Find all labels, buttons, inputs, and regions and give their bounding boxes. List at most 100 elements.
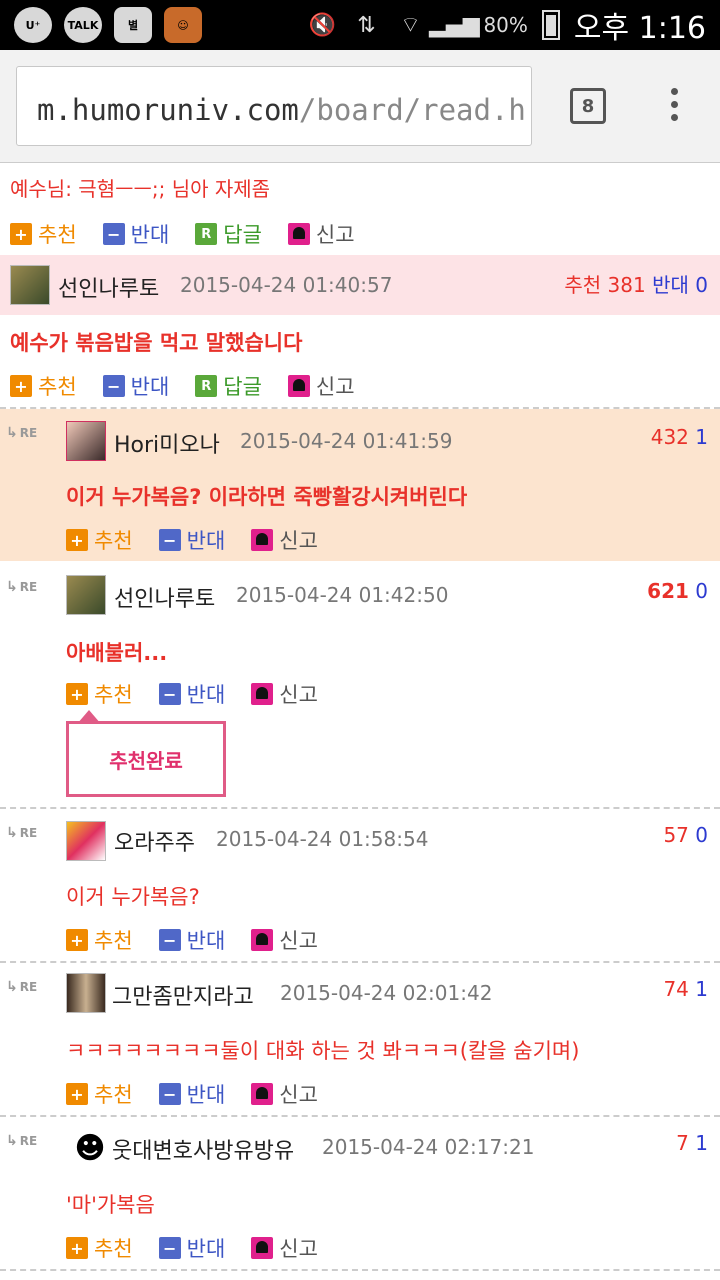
oppose-button[interactable]: − 반대 <box>102 219 169 249</box>
reply-block: RE 오라주주 2015-04-24 01:58:54 57 0 이거 누가복음… <box>0 809 720 961</box>
reply-icon: R <box>195 223 218 245</box>
comment-text: '마'가복음 <box>66 1193 155 1217</box>
report-button[interactable]: 신고 <box>287 371 355 401</box>
reply-marker: RE <box>6 579 37 595</box>
comment-actions: + 추천 − 반대 신고 <box>66 1233 344 1263</box>
reply-button[interactable]: R 답글 <box>195 219 262 249</box>
tab-switcher-button[interactable]: 8 <box>570 88 606 124</box>
comment-text: 아배불러... <box>66 641 168 665</box>
oppose-button[interactable]: − 반대 <box>158 525 225 555</box>
vote-counts: 57 0 <box>663 823 708 847</box>
comment-actions: + 추천 − 반대 신고 <box>66 525 344 555</box>
username[interactable]: 오라주주 <box>114 825 195 857</box>
siren-icon <box>251 1083 274 1105</box>
minus-icon: − <box>102 375 125 397</box>
reply-marker: RE <box>6 979 37 995</box>
comment-text: ㅋㅋㅋㅋㅋㅋㅋㅋ둘이 대화 하는 것 봐ㅋㅋㅋ(칼을 숨기며) <box>66 1039 580 1063</box>
timestamp: 2015-04-24 01:40:57 <box>180 273 393 297</box>
comment-actions: + 추천 − 반대 R 답글 신고 <box>10 371 381 401</box>
status-bar: U⁺ TALK 별 ☺ 🔇 ⇅ ⌔ ▂▄▆ 80% 오후 1:16 <box>0 0 720 50</box>
username[interactable]: 선인나루토 <box>114 581 215 613</box>
avatar <box>66 821 106 861</box>
url-host: m.humoruniv.com <box>37 93 299 127</box>
plus-icon: + <box>66 529 88 551</box>
recommend-complete-popup: 추천완료 <box>66 710 226 797</box>
username[interactable]: 그만좀만지라고 <box>112 979 254 1011</box>
url-path: /board/read.h <box>298 93 526 127</box>
overflow-menu-icon[interactable] <box>667 88 681 121</box>
report-button[interactable]: 신고 <box>251 1079 318 1109</box>
reply-block: RE 그만좀만지라고 2015-04-24 02:01:42 74 1 ㅋㅋㅋㅋ… <box>0 963 720 1115</box>
avatar <box>66 973 106 1013</box>
browser-toolbar: m.humoruniv.com/board/read.h 8 <box>0 50 720 163</box>
vote-counts: 7 1 <box>676 1131 708 1155</box>
battery-icon <box>541 10 560 40</box>
vote-counts: 74 1 <box>663 977 708 1001</box>
signal-icon: ▂▄▆ <box>429 12 480 38</box>
avatar <box>66 575 106 615</box>
recommend-button[interactable]: + 추천 <box>10 371 77 401</box>
vote-counts: 432 1 <box>650 425 708 449</box>
report-button[interactable]: 신고 <box>287 219 355 249</box>
data-icon: ⇅ <box>357 12 376 38</box>
plus-icon: + <box>66 1083 88 1105</box>
recommend-button[interactable]: + 추천 <box>10 219 77 249</box>
username[interactable]: 선인나루토 <box>58 271 159 303</box>
report-button[interactable]: 신고 <box>251 1233 318 1263</box>
reply-marker: RE <box>6 1133 37 1149</box>
oppose-button[interactable]: − 반대 <box>102 371 169 401</box>
vote-counts: 621 0 <box>647 579 708 603</box>
avatar <box>66 421 106 461</box>
timestamp: 2015-04-24 01:42:50 <box>236 583 449 607</box>
minus-icon: − <box>158 1237 181 1259</box>
minus-icon: − <box>102 223 125 245</box>
battery-percent: 80% <box>483 13 528 37</box>
plus-icon: + <box>66 1237 88 1259</box>
oppose-button[interactable]: − 반대 <box>158 1079 225 1109</box>
reply-icon: R <box>195 375 218 397</box>
comment-text: 이거 누가복음? <box>66 885 200 909</box>
siren-icon <box>251 529 274 551</box>
kakaotalk-icon: TALK <box>64 7 102 43</box>
oppose-button[interactable]: − 반대 <box>158 1233 225 1263</box>
siren-icon <box>287 375 310 397</box>
recommend-button[interactable]: + 추천 <box>66 1079 133 1109</box>
comment-actions: + 추천 − 반대 신고 <box>66 1079 344 1109</box>
reply-block: RE ☻ 웃대변호사방유방유 2015-04-24 02:17:21 7 1 '… <box>0 1117 720 1269</box>
reply-marker: RE <box>6 425 37 441</box>
comment-actions: + 추천 − 반대 R 답글 신고 <box>10 219 381 249</box>
comment-actions: + 추천 − 반대 신고 <box>66 679 344 709</box>
mute-icon: 🔇 <box>308 12 337 38</box>
recommend-button[interactable]: + 추천 <box>66 525 133 555</box>
minus-icon: − <box>158 529 181 551</box>
avatar: ☻ <box>70 1129 110 1169</box>
username[interactable]: 웃대변호사방유방유 <box>112 1133 294 1165</box>
report-button[interactable]: 신고 <box>251 525 318 555</box>
report-button[interactable]: 신고 <box>251 925 318 955</box>
timestamp: 2015-04-24 02:01:42 <box>280 981 493 1005</box>
recommend-button[interactable]: + 추천 <box>66 925 133 955</box>
star-app-icon: 별 <box>114 7 152 43</box>
username[interactable]: Hori미오나 <box>114 427 220 459</box>
oppose-button[interactable]: − 반대 <box>158 925 225 955</box>
siren-icon <box>287 223 310 245</box>
minus-icon: − <box>158 683 181 705</box>
recommend-button[interactable]: + 추천 <box>66 1233 133 1263</box>
timestamp: 2015-04-24 01:41:59 <box>240 429 453 453</box>
oppose-button[interactable]: − 반대 <box>158 679 225 709</box>
game-app-icon: ☺ <box>164 7 202 43</box>
reply-block: RE Hori미오나 2015-04-24 01:41:59 432 1 이거 … <box>0 409 720 561</box>
reply-marker: RE <box>6 825 37 841</box>
recommend-button[interactable]: + 추천 <box>66 679 133 709</box>
clock: 오후 1:16 <box>573 11 706 46</box>
minus-icon: − <box>158 1083 181 1105</box>
comment-header: 선인나루토 2015-04-24 01:40:57 추천 381 반대 0 <box>0 255 720 315</box>
reply-button[interactable]: R 답글 <box>195 371 262 401</box>
comment-actions: + 추천 − 반대 신고 <box>66 925 344 955</box>
address-bar[interactable]: m.humoruniv.com/board/read.h <box>16 66 532 146</box>
divider <box>0 1269 720 1271</box>
report-button[interactable]: 신고 <box>251 679 318 709</box>
timestamp: 2015-04-24 02:17:21 <box>322 1135 535 1159</box>
uplus-icon: U⁺ <box>14 7 52 43</box>
siren-icon <box>251 683 274 705</box>
